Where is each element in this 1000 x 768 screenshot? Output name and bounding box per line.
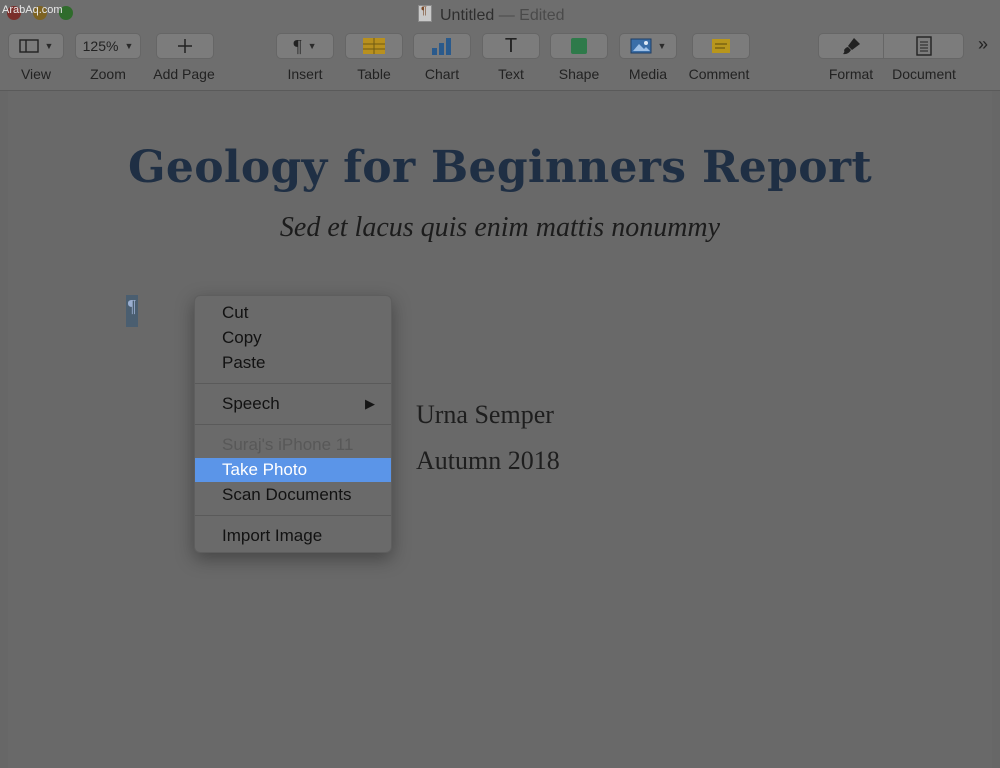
comment-label: Comment [688,66,750,82]
insert-label: Insert [287,66,323,82]
zoom-label: Zoom [90,66,126,82]
text-label: Text [498,66,524,82]
format-label: Format [828,66,874,82]
table-control[interactable]: Table [345,33,403,82]
media-label: Media [628,66,668,82]
view-button[interactable]: ▼ [8,33,64,59]
view-label: View [20,66,52,82]
menu-separator [195,383,391,384]
bar-chart-icon [432,38,451,55]
shape-control[interactable]: Shape [550,33,608,82]
menu-item-cut[interactable]: Cut [195,301,391,325]
square-icon [571,38,587,54]
chevron-down-icon: ▼ [44,41,54,51]
menu-item-take-photo[interactable]: Take Photo [195,458,391,482]
chevron-down-icon: ▼ [124,41,134,51]
document-icon [915,36,932,56]
submenu-arrow-icon: ▶ [365,396,375,411]
shape-label: Shape [558,66,600,82]
media-control[interactable]: ▼ Media [619,33,677,82]
menu-item-paste[interactable]: Paste [195,351,391,375]
insert-control[interactable]: ¶ ▼ Insert [276,33,334,82]
insert-button[interactable]: ¶ ▼ [276,33,334,59]
text-T-icon: T [504,34,518,57]
toolbar: ▼ View 125% ▼ Zoom Add Page ¶ ▼ Insert T… [0,28,1000,91]
view-control[interactable]: ▼ View [8,33,64,82]
edited-status: — Edited [498,7,565,24]
menu-item-speech[interactable]: Speech ▶ [195,392,391,416]
term-date[interactable]: Autumn 2018 [416,446,560,476]
zoom-value: 125% [82,38,119,54]
comment-control[interactable]: Comment [689,33,750,82]
chart-control[interactable]: Chart [413,33,471,82]
window-titlebar: ArabAq.com Untitled — Edited [0,0,1000,28]
comment-note-icon [712,39,730,53]
context-menu: Cut Copy Paste Speech ▶ Suraj's iPhone 1… [194,295,392,553]
menu-item-import-image[interactable]: Import Image [195,524,391,548]
add-page-control[interactable]: Add Page [153,33,216,82]
comment-button[interactable] [692,33,750,59]
window-title-text: Untitled [440,7,495,24]
menu-separator [195,515,391,516]
menu-header-device: Suraj's iPhone 11 [222,435,354,454]
text-control[interactable]: T Text [482,33,540,82]
report-title[interactable]: Geology for Beginners Report [0,142,1000,193]
inspector-segment: Format Document [818,33,964,82]
author-name[interactable]: Urna Semper [416,400,554,430]
menu-item-copy[interactable]: Copy [195,326,391,350]
chart-label: Chart [424,66,460,82]
add-page-label: Add Page [153,66,215,82]
table-label: Table [357,66,391,82]
table-icon [363,38,385,54]
image-icon [630,38,652,54]
paragraph-marker[interactable]: ¶ [126,295,138,327]
zoom-control[interactable]: 125% ▼ Zoom [75,33,141,82]
plus-icon [178,39,192,53]
pages-document-icon [418,5,432,22]
menu-item-speech-label: Speech [222,394,280,413]
watermark: ArabAq.com [2,4,63,16]
pilcrow-icon: ¶ [293,35,302,56]
toolbar-overflow-button[interactable]: » [978,34,988,55]
paintbrush-icon [843,38,860,55]
document-label: Document [892,66,956,82]
window-title: Untitled — Edited [418,5,565,25]
zoom-select[interactable]: 125% ▼ [75,33,141,59]
menu-item-scan-documents[interactable]: Scan Documents [195,483,391,507]
sidebar-layout-icon [18,39,39,53]
table-button[interactable] [345,33,403,59]
chevron-down-icon: ▼ [657,41,667,51]
text-button[interactable]: T [482,33,540,59]
add-page-button[interactable] [156,33,214,59]
menu-separator [195,424,391,425]
format-button[interactable] [818,33,884,59]
chart-button[interactable] [413,33,471,59]
media-button[interactable]: ▼ [619,33,677,59]
document-button[interactable] [884,33,964,59]
report-subtitle[interactable]: Sed et lacus quis enim mattis nonummy [0,212,1000,244]
shape-button[interactable] [550,33,608,59]
chevron-down-icon: ▼ [307,41,317,51]
